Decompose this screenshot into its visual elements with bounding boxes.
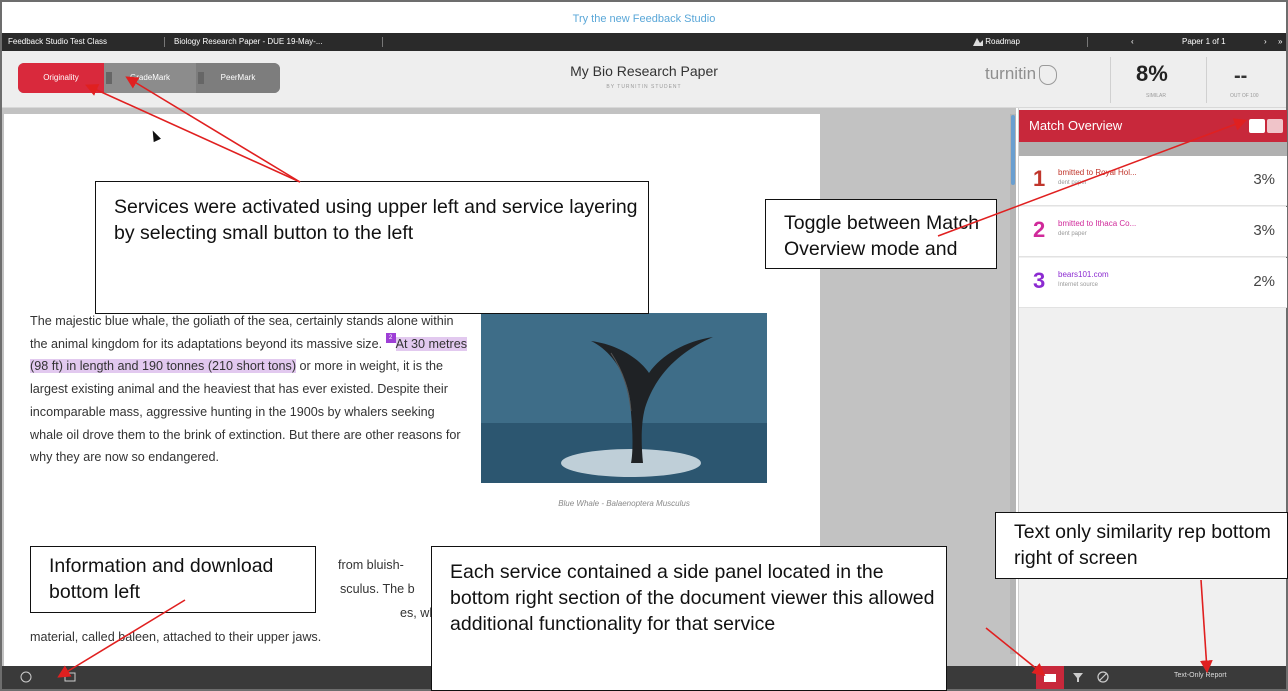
- document-author: BY TURNITIN STUDENT: [606, 84, 682, 90]
- layers-icon: [1044, 674, 1056, 682]
- page-title: My Bio Research Paper: [570, 63, 718, 79]
- match-source: bmitted to Royal Hol...: [1058, 168, 1137, 177]
- paper-position: Paper 1 of 1: [1182, 37, 1226, 46]
- paragraph-line: sculus. The b: [340, 582, 415, 596]
- whale-tail-image: [481, 313, 767, 483]
- paragraph-text: or more in weight, it is the largest exi…: [30, 359, 461, 465]
- last-paper-icon[interactable]: »: [1278, 33, 1282, 51]
- breadcrumb-separator: [382, 37, 383, 47]
- roadmap-label: Roadmap: [985, 37, 1020, 46]
- callout-services: Services were activated using upper left…: [95, 181, 649, 314]
- callout-info: Information and download bottom left: [30, 546, 316, 613]
- similarity-label: SIMILAR: [1146, 93, 1167, 99]
- match-source: bears101.com: [1058, 270, 1109, 279]
- grade-label: OUT OF 100: [1230, 93, 1259, 99]
- match-percent: 3%: [1253, 171, 1275, 188]
- roadmap-icon: [973, 37, 983, 46]
- breadcrumb: Feedback Studio Test Class Biology Resea…: [2, 33, 1286, 51]
- panel-subheader: [1019, 142, 1287, 156]
- match-number: 1: [1033, 166, 1046, 191]
- try-new-studio-link[interactable]: Try the new Feedback Studio: [2, 2, 1286, 32]
- similarity-score[interactable]: 8%: [1136, 61, 1168, 87]
- filter-icon[interactable]: [1072, 671, 1084, 683]
- info-icon[interactable]: [20, 671, 32, 683]
- document-paragraph: The majestic blue whale, the goliath of …: [30, 310, 468, 469]
- panel-title: Match Overview: [1029, 118, 1123, 133]
- callout-text-only: Text only similarity rep bottom right of…: [995, 512, 1288, 579]
- header-divider: [1110, 57, 1111, 103]
- match-number: 3: [1033, 268, 1046, 293]
- match-marker-icon[interactable]: 2: [385, 332, 396, 343]
- turnitin-logo-icon: [1039, 64, 1058, 85]
- panel-header: Match Overview: [1019, 110, 1287, 142]
- callout-side-panel: Each service contained a side panel loca…: [431, 546, 947, 691]
- match-source: bmitted to Ithaca Co...: [1058, 219, 1137, 228]
- match-type: dent paper: [1058, 180, 1087, 186]
- image-caption: Blue Whale - Balaenoptera Musculus: [558, 499, 690, 508]
- match-row[interactable]: 1 bmitted to Royal Hol... dent paper 3%: [1019, 156, 1287, 206]
- turnitin-logo: turnitin: [985, 64, 1058, 85]
- whale-tail-icon: [481, 313, 767, 483]
- match-percent: 2%: [1253, 273, 1275, 290]
- breadcrumb-class[interactable]: Feedback Studio Test Class: [8, 33, 107, 51]
- match-overview-panel: Match Overview 1 bmitted to Royal Hol...…: [1018, 108, 1287, 666]
- breadcrumb-separator: [164, 37, 165, 47]
- exclude-icon[interactable]: [1097, 671, 1109, 683]
- header-divider: [1206, 57, 1207, 103]
- turnitin-logo-text: turnitin: [985, 64, 1037, 83]
- breadcrumb-assignment[interactable]: Biology Research Paper - DUE 19-May-...: [174, 33, 323, 51]
- paragraph-line: from bluish-: [338, 558, 404, 572]
- document-header: Originality GradeMark PeerMark My Bio Re…: [2, 51, 1286, 108]
- prev-paper-icon[interactable]: ‹: [1131, 33, 1134, 51]
- download-icon[interactable]: [64, 671, 76, 683]
- callout-toggle: Toggle between Match Overview mode and: [765, 199, 997, 269]
- text-only-report-button[interactable]: Text-Only Report: [1174, 672, 1227, 679]
- all-sources-toggle-icon[interactable]: [1267, 119, 1283, 133]
- match-type: dent paper: [1058, 231, 1087, 237]
- next-paper-icon[interactable]: ›: [1264, 33, 1267, 51]
- grade-score[interactable]: --: [1234, 65, 1247, 88]
- match-percent: 3%: [1253, 222, 1275, 239]
- match-row[interactable]: 2 bmitted to Ithaca Co... dent paper 3%: [1019, 207, 1287, 257]
- match-row[interactable]: 3 bears101.com Internet source 2%: [1019, 258, 1287, 308]
- scrollbar-thumb[interactable]: [1011, 115, 1015, 185]
- roadmap-button[interactable]: Roadmap: [973, 33, 1020, 51]
- match-type: Internet source: [1058, 282, 1099, 288]
- paragraph-line: material, called baleen, attached to the…: [30, 630, 322, 644]
- breadcrumb-separator: [1087, 37, 1088, 47]
- match-overview-toggle-icon[interactable]: [1249, 119, 1265, 133]
- match-overview-layer-button[interactable]: [1036, 666, 1064, 689]
- match-number: 2: [1033, 217, 1046, 242]
